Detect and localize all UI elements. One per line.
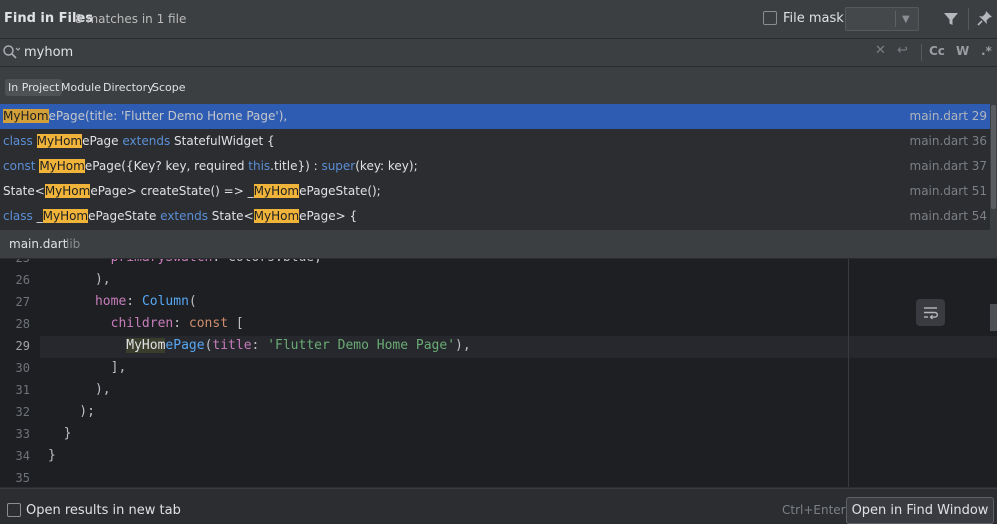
result-row[interactable]: class MyHomePage extends StatefulWidget … (0, 129, 990, 154)
search-input[interactable] (24, 43, 844, 61)
line-number: 25 (0, 259, 30, 265)
tab-scope[interactable]: Scope (152, 81, 186, 94)
preview-file-name: main.dart (9, 237, 68, 251)
result-code: class MyHomePage extends StatefulWidget … (3, 134, 275, 148)
file-mask-checkbox[interactable] (763, 11, 777, 25)
clear-icon[interactable]: ✕ (875, 43, 886, 58)
code-line: ], (48, 360, 127, 375)
line-number: 26 (15, 273, 30, 287)
results-scroll-thumb[interactable] (991, 105, 996, 209)
newline-icon[interactable]: ↩ (897, 43, 908, 58)
open-in-find-window-button[interactable]: Open in Find Window (846, 497, 994, 524)
code-line: ); (48, 404, 95, 419)
chevron-down-icon: ▼ (902, 14, 910, 25)
line-number: 27 (15, 295, 30, 309)
words-icon[interactable]: W (956, 44, 969, 58)
line-number: 34 (15, 449, 30, 463)
regex-icon[interactable]: .* (981, 44, 992, 58)
code-line: primarySwatch: Colors.blue, (48, 259, 322, 265)
shortcut-hint: Ctrl+Enter (782, 503, 846, 517)
match-count: 8 matches in 1 file (75, 12, 187, 26)
preview-file-path: lib (66, 237, 81, 251)
soft-wrap-icon (924, 307, 938, 320)
code-line: ), (48, 272, 111, 287)
line-number: 33 (15, 427, 30, 441)
right-margin-guide (848, 259, 849, 487)
code-line: MyHomePage(title: 'Flutter Demo Home Pag… (126, 338, 471, 353)
new-tab-label: Open results in new tab (26, 503, 181, 518)
result-row[interactable]: State<MyHomePage> createState() => _MyHo… (0, 179, 990, 204)
preview-header: main.dart lib (0, 230, 997, 259)
code-line: home: Column( (48, 294, 197, 309)
footer: Open results in new tab Ctrl+Enter Open … (0, 488, 997, 524)
tab-in-project[interactable]: In Project (5, 79, 63, 96)
line-number: 35 (15, 471, 30, 485)
result-code: MyHomePage(title: 'Flutter Demo Home Pag… (3, 109, 288, 123)
pin-icon[interactable] (976, 9, 994, 27)
find-header: Find in Files 8 matches in 1 file File m… (0, 0, 997, 39)
editor-scroll-thumb[interactable] (990, 304, 997, 331)
search-icon[interactable] (2, 44, 20, 60)
line-number: 32 (15, 405, 30, 419)
result-location: main.dart 29 (909, 109, 988, 123)
search-bar: ✕ ↩ Cc W .* (0, 39, 997, 67)
result-row[interactable]: MyHomePage(title: 'Flutter Demo Home Pag… (0, 104, 990, 129)
line-number: 29 (15, 339, 30, 353)
soft-wrap-button[interactable] (916, 299, 945, 326)
tab-module[interactable]: Module (61, 81, 101, 94)
result-location: main.dart 37 (909, 159, 988, 173)
scope-bar: In Project Module Directory Scope (0, 67, 997, 104)
code-line: ), (48, 382, 111, 397)
line-number: 31 (15, 383, 30, 397)
line-number: 28 (15, 317, 30, 331)
result-code: class _MyHomePageState extends State<MyH… (3, 209, 358, 223)
code-line: children: const [ (48, 316, 244, 331)
code-line: } (48, 448, 56, 463)
result-code: State<MyHomePage> createState() => _MyHo… (3, 184, 381, 198)
result-location: main.dart 54 (909, 209, 988, 223)
result-code: const MyHomePage({Key? key, required thi… (3, 159, 418, 173)
tab-directory[interactable]: Directory (103, 81, 154, 94)
result-location: main.dart 51 (909, 184, 988, 198)
file-mask-label: File mask: (783, 11, 849, 26)
new-tab-checkbox[interactable] (7, 503, 21, 517)
result-row[interactable]: class _MyHomePageState extends State<MyH… (0, 204, 990, 229)
results-list: MyHomePage(title: 'Flutter Demo Home Pag… (0, 104, 990, 230)
file-mask-select[interactable]: ▼ (845, 7, 919, 31)
match-case-icon[interactable]: Cc (929, 44, 945, 58)
filter-icon[interactable] (942, 10, 960, 28)
line-number: 30 (15, 361, 30, 375)
result-location: main.dart 36 (909, 134, 988, 148)
result-row[interactable]: const MyHomePage({Key? key, required thi… (0, 154, 990, 179)
code-line: } (48, 426, 72, 441)
